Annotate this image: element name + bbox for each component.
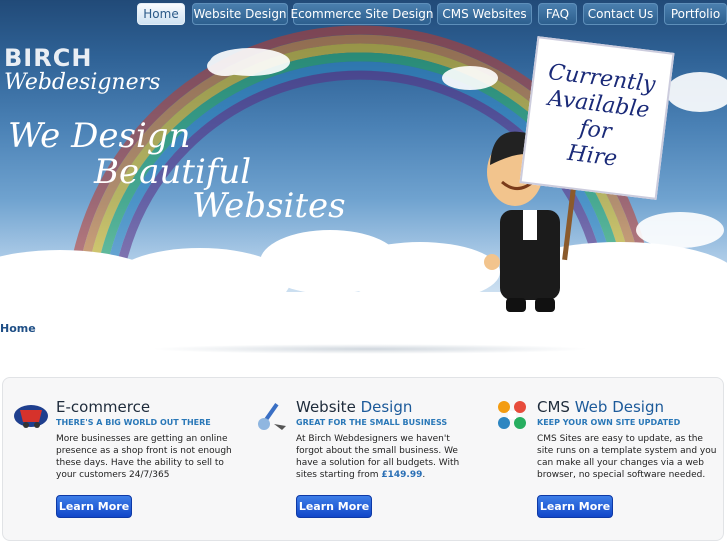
sign-line-4: Hire — [566, 140, 619, 172]
learn-more-button[interactable]: Learn More — [537, 495, 613, 518]
feature-cms-web-design: CMS Web Design KEEP YOUR OWN SITE UPDATE… — [498, 398, 727, 518]
shopping-cart-icon — [12, 396, 50, 434]
feature-title: CMS Web Design — [537, 398, 664, 416]
nav-faq[interactable]: FAQ — [538, 3, 577, 25]
tagline-line-1: We Design — [8, 116, 191, 156]
hero-banner: BIRCH Webdesigners We Design Beautiful W… — [0, 0, 727, 320]
learn-more-button[interactable]: Learn More — [296, 495, 372, 518]
nav-portfolio[interactable]: Portfolio — [664, 3, 727, 25]
features-panel: E-commerce THERE'S A BIG WORLD OUT THERE… — [2, 377, 724, 541]
nav-ecommerce-site-design[interactable]: Ecommerce Site Design — [290, 3, 434, 25]
nav-website-design[interactable]: Website Design — [192, 3, 288, 25]
feature-description: At Birch Webdesigners we haven't forgot … — [296, 434, 460, 480]
brand-subtitle: Webdesigners — [4, 70, 161, 95]
nav-contact-us[interactable]: Contact Us — [583, 3, 658, 25]
design-tools-icon — [252, 396, 290, 434]
feature-subtitle: GREAT FOR THE SMALL BUSINESS — [296, 418, 448, 427]
brand-name: BIRCH — [4, 44, 93, 72]
feature-description: More businesses are getting an online pr… — [56, 434, 232, 480]
nav-cms-websites[interactable]: CMS Websites — [437, 3, 532, 25]
feature-title: Website Design — [296, 398, 413, 416]
tagline-line-3: Websites — [192, 186, 346, 226]
feature-description: CMS Sites are easy to update, as the sit… — [537, 434, 717, 480]
top-nav: Home Website Design Ecommerce Site Desig… — [137, 3, 727, 25]
nav-home[interactable]: Home — [137, 3, 185, 25]
feature-subtitle: KEEP YOUR OWN SITE UPDATED — [537, 418, 681, 427]
feature-website-design: Website Design GREAT FOR THE SMALL BUSIN… — [258, 398, 496, 518]
section-divider — [150, 344, 590, 354]
feature-ecommerce: E-commerce THERE'S A BIG WORLD OUT THERE… — [14, 398, 256, 518]
joomla-logo-icon — [493, 396, 531, 434]
feature-title: E-commerce — [56, 398, 151, 416]
breadcrumb[interactable]: Home — [0, 322, 36, 335]
sign-line-3: for — [578, 116, 613, 145]
hire-sign: Currently Available for Hire — [519, 36, 675, 200]
feature-subtitle: THERE'S A BIG WORLD OUT THERE — [56, 418, 211, 427]
learn-more-button[interactable]: Learn More — [56, 495, 132, 518]
